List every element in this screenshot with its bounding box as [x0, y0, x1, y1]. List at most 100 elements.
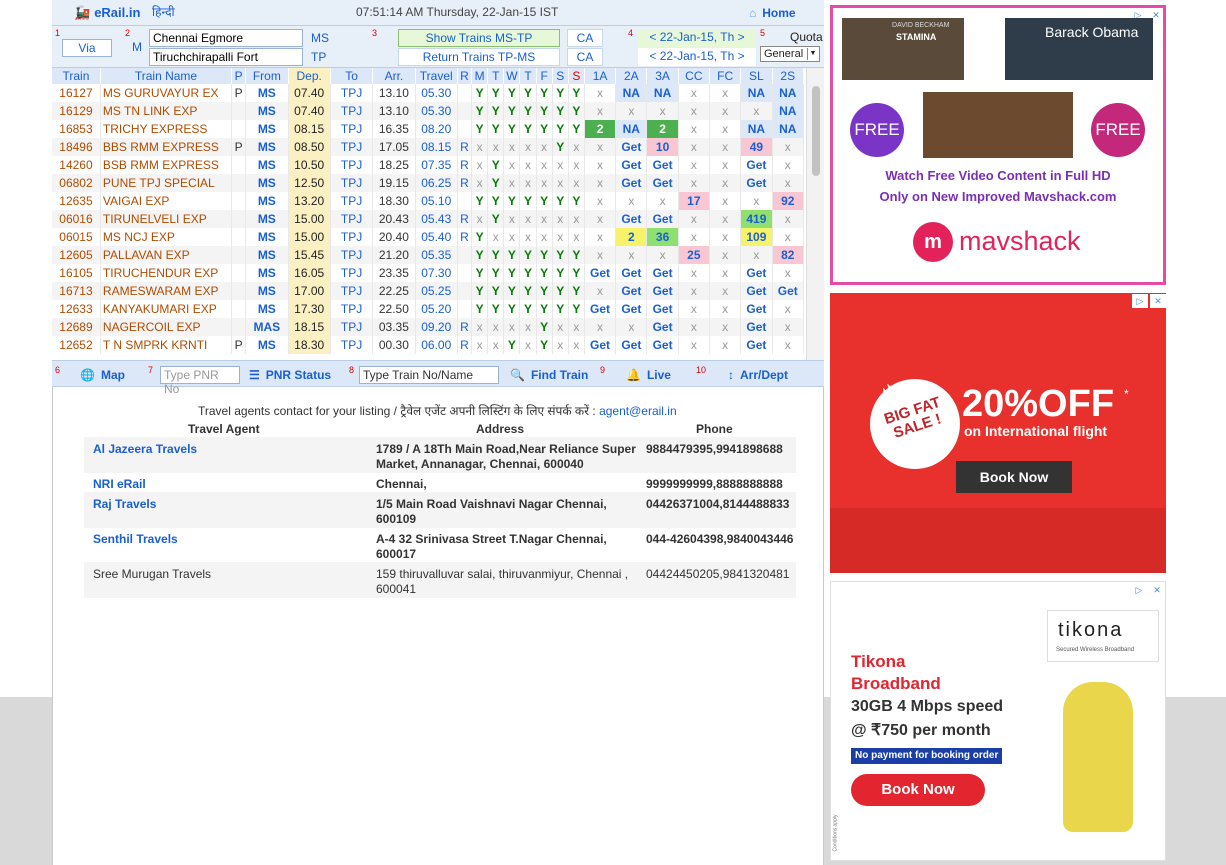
- class-availability[interactable]: Get: [740, 156, 773, 174]
- class-availability[interactable]: Get: [646, 210, 679, 228]
- class-availability[interactable]: Get: [772, 282, 805, 300]
- quota-select[interactable]: General ▼: [760, 46, 820, 62]
- train-number[interactable]: 16127: [52, 84, 101, 102]
- train-name-link[interactable]: PUNE TPJ SPECIAL: [100, 174, 233, 192]
- class-availability[interactable]: 2: [584, 120, 617, 138]
- train-name-link[interactable]: MS GURUVAYUR EX: [100, 84, 233, 102]
- class-availability[interactable]: Get: [584, 264, 617, 282]
- class-availability[interactable]: 25: [678, 246, 710, 264]
- class-availability[interactable]: Get: [615, 174, 648, 192]
- train-name-link[interactable]: TIRUNELVELI EXP: [100, 210, 233, 228]
- train-number[interactable]: 12635: [52, 192, 101, 210]
- train-name-link[interactable]: BSB RMM EXPRESS: [100, 156, 233, 174]
- agent-name-link[interactable]: Senthil Travels: [93, 532, 178, 546]
- class-availability[interactable]: 36: [646, 228, 679, 246]
- class-availability[interactable]: Get: [740, 174, 773, 192]
- agent-name-link[interactable]: NRI eRail: [93, 477, 146, 491]
- train-name-link[interactable]: RAMESWARAM EXP: [100, 282, 233, 300]
- col-header[interactable]: 2A: [615, 68, 648, 84]
- travel-time[interactable]: 09.20: [415, 318, 458, 336]
- hindi-link[interactable]: हिन्दी: [152, 3, 175, 20]
- travel-time[interactable]: 07.30: [415, 264, 458, 282]
- col-header[interactable]: Travel: [415, 68, 458, 84]
- class-availability[interactable]: 10: [646, 138, 679, 156]
- travel-time[interactable]: 05.43: [415, 210, 458, 228]
- class-availability[interactable]: Get: [646, 336, 679, 354]
- train-name-link[interactable]: NAGERCOIL EXP: [100, 318, 233, 336]
- date-selector-2[interactable]: < 22-Jan-15, Th >: [638, 48, 756, 66]
- col-header[interactable]: F: [536, 68, 553, 84]
- class-availability[interactable]: 49: [740, 138, 773, 156]
- train-name-link[interactable]: TRICHY EXPRESS: [100, 120, 233, 138]
- show-trains-button[interactable]: Show Trains MS-TP: [398, 29, 560, 47]
- col-header[interactable]: S: [568, 68, 585, 84]
- train-row[interactable]: 12635 VAIGAI EXP MS 13.20 TPJ 18.30 05.10 Y Y Y Y Y…: [52, 192, 805, 210]
- return-trains-button[interactable]: Return Trains TP-MS: [398, 48, 560, 66]
- arr-dept-button[interactable]: ↕ Arr/Dept: [728, 368, 788, 382]
- train-row[interactable]: 16127 MS GURUVAYUR EX P MS 07.40 TPJ 13.10 05.3…: [52, 84, 805, 102]
- col-header[interactable]: To: [330, 68, 374, 84]
- col-header[interactable]: S: [552, 68, 569, 84]
- travel-time[interactable]: 05.20: [415, 300, 458, 318]
- train-number[interactable]: 14260: [52, 156, 101, 174]
- ca-button-1[interactable]: CA: [567, 29, 603, 47]
- class-availability[interactable]: Get: [615, 264, 648, 282]
- travel-time[interactable]: 05.35: [415, 246, 458, 264]
- class-availability[interactable]: Get: [740, 282, 773, 300]
- class-availability[interactable]: Get: [646, 156, 679, 174]
- col-header[interactable]: P: [231, 68, 247, 84]
- train-name-link[interactable]: T N SMPRK KRNTI: [100, 336, 233, 354]
- ad-close-icon[interactable]: ✕: [1150, 294, 1166, 308]
- class-availability[interactable]: Get: [615, 138, 648, 156]
- book-now-button[interactable]: Book Now: [956, 461, 1072, 493]
- class-availability[interactable]: 82: [772, 246, 805, 264]
- train-number[interactable]: 16853: [52, 120, 101, 138]
- class-availability[interactable]: Get: [646, 282, 679, 300]
- ad-choices[interactable]: ▷ ✕: [1129, 582, 1165, 597]
- col-header[interactable]: Dep.: [288, 68, 331, 84]
- travel-time[interactable]: 05.10: [415, 192, 458, 210]
- class-availability[interactable]: Get: [615, 210, 648, 228]
- train-name-link[interactable]: PALLAVAN EXP: [100, 246, 233, 264]
- ad-tikona[interactable]: ▷ ✕ tikona Secured Wireless Broadband Tik…: [830, 581, 1166, 861]
- col-header[interactable]: R: [457, 68, 473, 84]
- live-button[interactable]: 🔔 Live: [626, 368, 671, 382]
- train-number[interactable]: 12605: [52, 246, 101, 264]
- col-header[interactable]: T: [519, 68, 537, 84]
- ad-choices[interactable]: ▷ ✕: [1130, 293, 1166, 308]
- class-availability[interactable]: 109: [740, 228, 773, 246]
- agent-name-link[interactable]: Raj Travels: [93, 497, 156, 511]
- train-row[interactable]: 18496 BBS RMM EXPRESS P MS 08.50 TPJ 17.05 08.1…: [52, 138, 805, 156]
- train-number[interactable]: 18496: [52, 138, 101, 156]
- class-availability[interactable]: NA: [772, 120, 805, 138]
- class-availability[interactable]: 2: [615, 228, 648, 246]
- class-availability[interactable]: Get: [615, 282, 648, 300]
- ad-close-icon[interactable]: ✕: [1149, 583, 1165, 597]
- train-name-link[interactable]: VAIGAI EXP: [100, 192, 233, 210]
- train-row[interactable]: 14260 BSB RMM EXPRESS MS 10.50 TPJ 18.25 07.35…: [52, 156, 805, 174]
- train-row[interactable]: 16713 RAMESWARAM EXP MS 17.00 TPJ 22.25 05.25 Y…: [52, 282, 805, 300]
- train-row[interactable]: 12652 T N SMPRK KRNTI P MS 18.30 TPJ 00.30 06.0…: [52, 336, 805, 354]
- tikona-book-now-button[interactable]: Book Now: [851, 774, 985, 806]
- train-name-link[interactable]: TIRUCHENDUR EXP: [100, 264, 233, 282]
- class-availability[interactable]: Get: [740, 264, 773, 282]
- travel-time[interactable]: 06.25: [415, 174, 458, 192]
- train-name-link[interactable]: MS NCJ EXP: [100, 228, 233, 246]
- class-availability[interactable]: Get: [646, 264, 679, 282]
- table-scrollbar[interactable]: [806, 68, 824, 360]
- col-header[interactable]: W: [503, 68, 521, 84]
- class-availability[interactable]: NA: [615, 84, 648, 102]
- travel-time[interactable]: 08.20: [415, 120, 458, 138]
- col-header[interactable]: CC: [678, 68, 710, 84]
- train-number[interactable]: 16129: [52, 102, 101, 120]
- col-header[interactable]: 3A: [646, 68, 679, 84]
- class-availability[interactable]: NA: [740, 84, 773, 102]
- scrollbar-thumb[interactable]: [812, 86, 820, 176]
- class-availability[interactable]: NA: [615, 120, 648, 138]
- col-header[interactable]: 2S: [772, 68, 805, 84]
- class-availability[interactable]: Get: [646, 174, 679, 192]
- class-availability[interactable]: Get: [740, 318, 773, 336]
- class-availability[interactable]: Get: [584, 300, 617, 318]
- travel-time[interactable]: 07.35: [415, 156, 458, 174]
- col-header[interactable]: Train Name: [100, 68, 233, 84]
